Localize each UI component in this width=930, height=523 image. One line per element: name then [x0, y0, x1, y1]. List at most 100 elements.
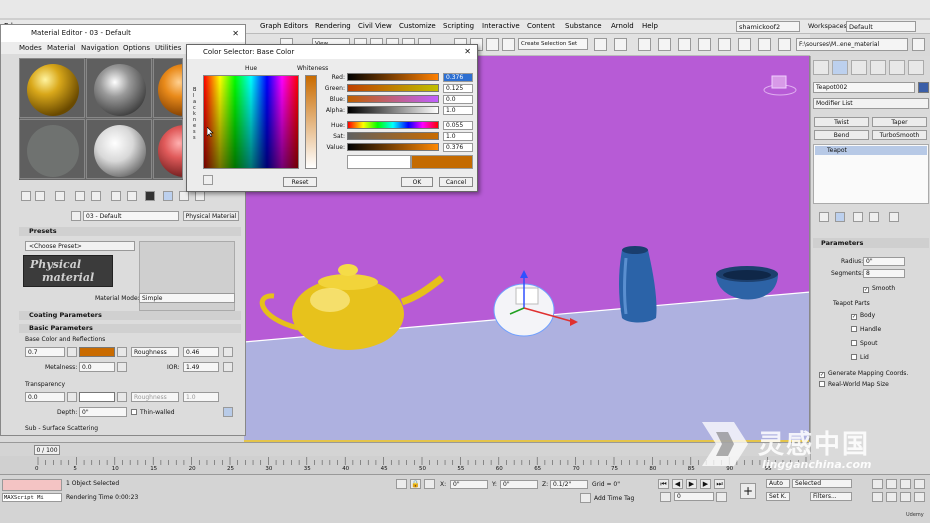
roughness-mode-dropdown[interactable]: Roughness [131, 347, 179, 357]
transparency-color-map-button[interactable] [117, 392, 127, 402]
go-forward-icon[interactable] [195, 191, 205, 201]
current-frame-field[interactable]: 0 [674, 492, 714, 501]
material-id-icon[interactable] [145, 191, 155, 201]
material-mode-dropdown[interactable]: Simple [139, 293, 235, 303]
cancel-button[interactable]: Cancel [439, 177, 473, 187]
eyedropper-icon[interactable] [203, 175, 213, 185]
time-tag-icon[interactable] [580, 493, 591, 503]
modifier-stack[interactable]: Teapot [813, 144, 929, 204]
display-tab-icon[interactable] [889, 60, 905, 75]
menu-content[interactable]: Content [527, 22, 555, 30]
bend-button[interactable]: Bend [814, 130, 869, 140]
object-color-swatch[interactable] [918, 82, 929, 93]
utilities-tab-icon[interactable] [908, 60, 924, 75]
transparency-map-button[interactable] [67, 392, 77, 402]
percent-snap-icon[interactable] [486, 38, 499, 51]
vase-object[interactable] [619, 246, 657, 323]
curve-editor-icon[interactable] [698, 38, 711, 51]
hue-blackness-picker[interactable] [203, 75, 299, 169]
menu-graph-editors[interactable]: Graph Editors [260, 22, 308, 30]
maximize-viewport-icon[interactable] [914, 492, 925, 502]
turbosmooth-button[interactable]: TurboSmooth [872, 130, 927, 140]
ok-button[interactable]: OK [401, 177, 433, 187]
menu-navigation[interactable]: Navigation [81, 44, 119, 52]
depth-map-button[interactable] [223, 407, 233, 417]
bowl-object[interactable] [716, 266, 778, 300]
spinner-snap-icon[interactable] [502, 38, 515, 51]
whiteness-slider[interactable] [305, 75, 317, 169]
time-slider-handle[interactable]: 0 / 100 [34, 445, 60, 455]
body-checkbox[interactable]: ✓ Body [851, 312, 875, 320]
radius-spinner[interactable]: 0" [863, 257, 905, 266]
menu-material[interactable]: Material [47, 44, 75, 52]
base-color-map-button[interactable] [117, 347, 127, 357]
menu-options[interactable]: Options [123, 44, 150, 52]
material-slot-1[interactable] [19, 58, 85, 118]
menu-customize[interactable]: Customize [399, 22, 436, 30]
twist-button[interactable]: Twist [814, 117, 869, 127]
material-slot-3[interactable] [153, 58, 183, 118]
blue-slider[interactable] [347, 95, 439, 103]
modifier-list-dropdown[interactable]: Modifier List [813, 98, 929, 109]
menu-interactive[interactable]: Interactive [482, 22, 520, 30]
show-in-viewport-icon[interactable] [163, 191, 173, 201]
field-of-view-icon[interactable] [872, 492, 883, 502]
ior-map-button[interactable] [223, 362, 233, 372]
configure-sets-icon[interactable] [889, 212, 899, 222]
transparency-roughness-spinner[interactable]: 1.0 [183, 392, 219, 402]
lock-selection-icon[interactable]: 🔒 [410, 479, 421, 489]
key-filters-button[interactable]: Filters... [810, 492, 852, 501]
set-key-icon[interactable]: + [740, 483, 756, 499]
smooth-checkbox[interactable]: ✓ Smooth [863, 285, 895, 293]
real-world-checkbox[interactable]: Real-World Map Size [819, 381, 889, 388]
z-coordinate-field[interactable]: 0.1/2" [550, 480, 588, 489]
roughness-map-button[interactable] [223, 347, 233, 357]
value-slider[interactable] [347, 143, 439, 151]
absolute-mode-icon[interactable] [424, 479, 435, 489]
spout-checkbox[interactable]: Spout [851, 340, 877, 347]
play-icon[interactable]: ▶ [686, 479, 697, 489]
presets-rollout[interactable]: Presets [19, 227, 241, 236]
layer-explorer-icon[interactable] [658, 38, 671, 51]
depth-spinner[interactable]: 0" [79, 407, 127, 417]
zoom-icon[interactable] [872, 479, 883, 489]
blue-spinner[interactable]: 0.0 [443, 95, 473, 104]
maxscript-listener-input[interactable] [2, 479, 62, 491]
base-color-swatch[interactable] [79, 347, 115, 357]
align-icon[interactable] [614, 38, 627, 51]
modify-tab-icon[interactable] [832, 60, 848, 75]
remove-modifier-icon[interactable] [869, 212, 879, 222]
show-end-result-icon[interactable] [835, 212, 845, 222]
coating-rollout[interactable]: Coating Parameters [19, 311, 241, 320]
menu-substance[interactable]: Substance [565, 22, 602, 30]
eyedropper-icon[interactable] [71, 211, 81, 221]
isolate-icon[interactable] [396, 479, 407, 489]
menu-scripting[interactable]: Scripting [443, 22, 474, 30]
ribbon-icon[interactable] [678, 38, 691, 51]
red-spinner[interactable]: 0.376 [443, 73, 473, 82]
menu-utilities[interactable]: Utilities [155, 44, 181, 52]
handle-checkbox[interactable]: Handle [851, 326, 881, 333]
stack-item-teapot[interactable]: Teapot [815, 146, 927, 155]
project-folder-icon[interactable] [912, 38, 925, 51]
selected-keys-dropdown[interactable]: Selected [792, 479, 852, 488]
material-editor-titlebar[interactable]: Material Editor - 03 - Default ✕ [1, 25, 245, 42]
material-name-field[interactable]: 03 - Default [83, 211, 179, 221]
transparency-roughness-dropdown[interactable]: Roughness [131, 392, 179, 402]
mirror-icon[interactable] [594, 38, 607, 51]
auto-key-button[interactable]: Auto [766, 479, 790, 488]
pin-stack-icon[interactable] [819, 212, 829, 222]
time-slider[interactable]: 0 / 100 [0, 442, 810, 456]
green-slider[interactable] [347, 84, 439, 92]
value-spinner[interactable]: 0.376 [443, 143, 473, 152]
menu-help[interactable]: Help [642, 22, 658, 30]
red-slider[interactable] [347, 73, 439, 81]
lid-checkbox[interactable]: Lid [851, 354, 869, 361]
material-slot-6[interactable] [153, 119, 183, 179]
close-icon[interactable]: ✕ [464, 45, 471, 59]
make-unique-material-icon[interactable] [111, 191, 121, 201]
base-weight-spinner[interactable]: 0.7 [25, 347, 65, 357]
make-unique-icon[interactable] [853, 212, 863, 222]
scene-explorer-icon[interactable] [638, 38, 651, 51]
choose-preset-dropdown[interactable]: <Choose Preset> [25, 241, 135, 251]
